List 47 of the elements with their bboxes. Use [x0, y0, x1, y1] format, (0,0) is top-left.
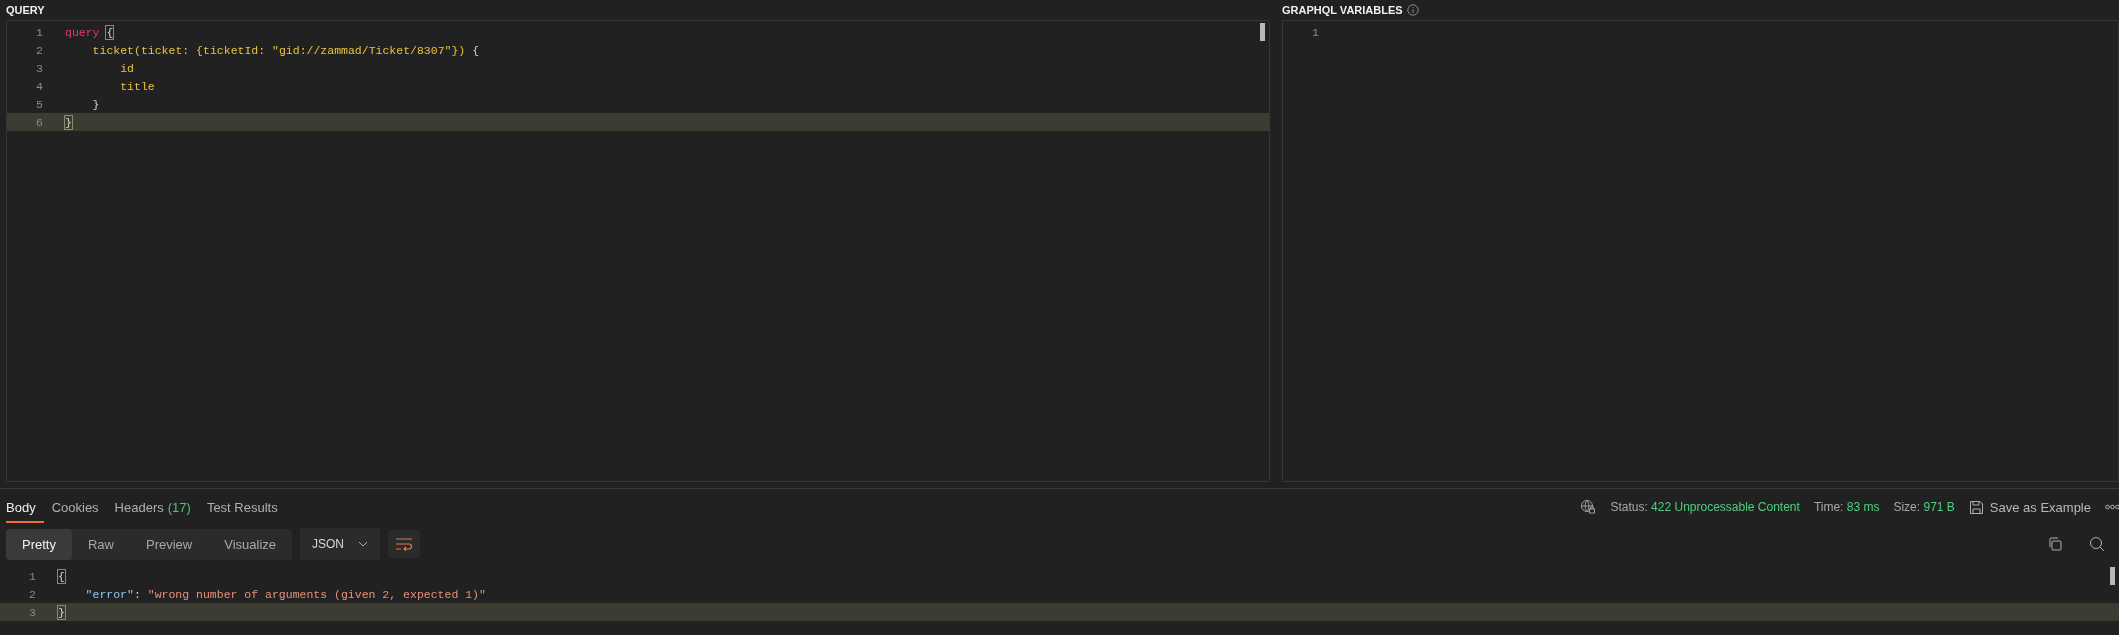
line-number: 1	[35, 25, 44, 39]
more-icon[interactable]	[2105, 504, 2119, 510]
code-line: {	[58, 569, 65, 583]
code-line: }	[65, 115, 72, 129]
line-number: 2	[35, 43, 44, 57]
query-editor[interactable]: 1 query { 2 ticket(ticket: {ticketId: "gid://zammad/Ticket/8307"}) { 3 id 4 title 5 } 6 }	[6, 20, 1270, 482]
save-as-example-button[interactable]: Save as Example	[1968, 499, 2091, 515]
format-dropdown[interactable]: JSON	[300, 528, 381, 560]
code-line: query {	[65, 25, 114, 39]
code-line: }	[58, 605, 65, 619]
code-line: }	[91, 97, 100, 111]
globe-lock-icon[interactable]	[1580, 499, 1597, 515]
view-option[interactable]: Raw	[71, 528, 130, 560]
wrap-lines-icon	[395, 537, 414, 551]
view-option[interactable]: Pretty	[6, 528, 72, 560]
view-option[interactable]: Visualize	[208, 528, 293, 560]
wrap-lines-button[interactable]	[388, 530, 421, 558]
info-icon[interactable]	[1406, 4, 1419, 16]
line-number: 1	[1311, 25, 1320, 39]
line-number: 3	[28, 605, 37, 619]
variables-editor[interactable]: 1	[1282, 20, 2119, 482]
panel-title: QUERY	[6, 3, 46, 18]
search-icon[interactable]	[2089, 536, 2105, 552]
scrollbar-thumb[interactable]	[2110, 567, 2115, 585]
line-number: 3	[35, 61, 44, 75]
caret-icon	[358, 541, 369, 547]
line-number: 2	[28, 587, 37, 601]
code-line: ticket(ticket: {ticketId: "gid://zammad/Ticket/8307"}) {	[91, 43, 480, 57]
response-tab[interactable]: Headers (17)	[114, 491, 199, 523]
status-info: Size: 971 B	[1893, 500, 1955, 514]
code-line: title	[119, 79, 155, 93]
scrollbar-thumb[interactable]	[1260, 23, 1265, 41]
save-icon	[1968, 499, 1984, 515]
copy-icon[interactable]	[2047, 536, 2063, 552]
response-tab[interactable]: Cookies	[51, 491, 107, 523]
line-number: 4	[35, 79, 44, 93]
line-number: 5	[35, 97, 44, 111]
code-line: "error": "wrong number of arguments (given 2, expected 1)"	[84, 587, 486, 601]
line-number: 1	[28, 569, 37, 583]
view-option[interactable]: Preview	[130, 528, 209, 560]
line-number: 6	[35, 115, 44, 129]
code-line: id	[119, 61, 134, 75]
panel-title: GRAPHQL VARIABLES	[1282, 4, 1403, 16]
status-info: Time: 83 ms	[1813, 500, 1880, 514]
response-tab[interactable]: Test Results	[206, 491, 286, 523]
status-info: Status: 422 Unprocessable Content	[1610, 500, 1800, 514]
response-tab[interactable]: Body	[6, 491, 44, 523]
